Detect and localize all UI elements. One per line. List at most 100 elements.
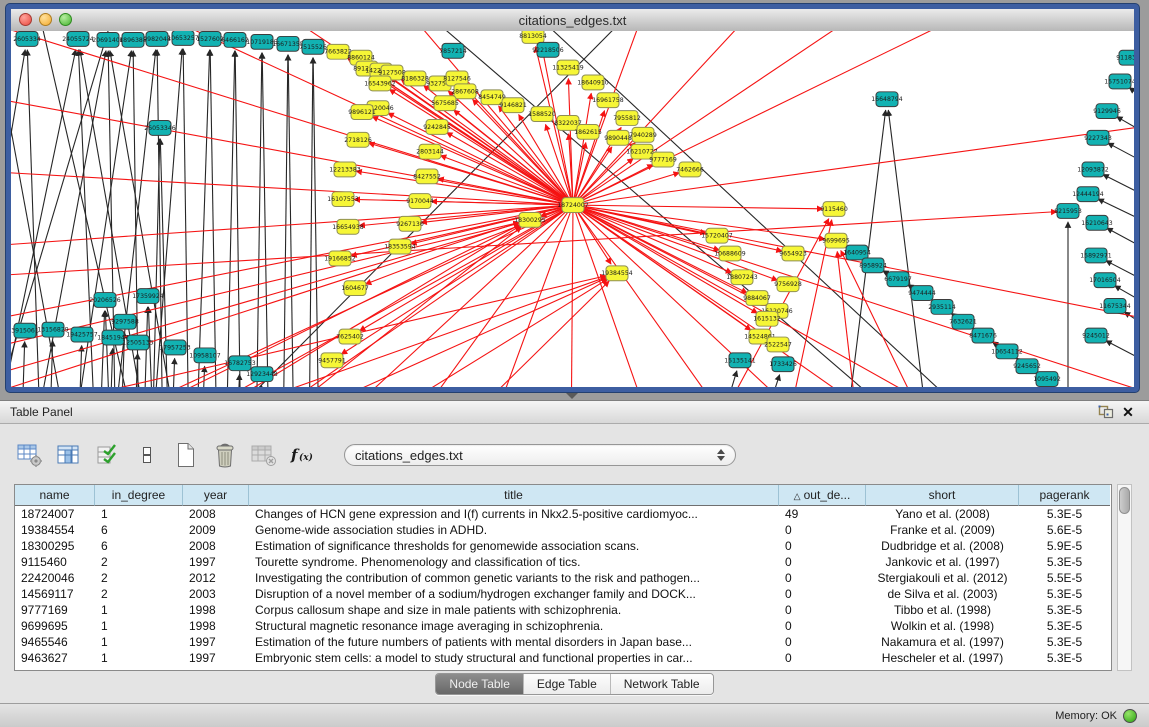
graph-node[interactable]: 9227343: [1084, 130, 1112, 145]
graph-node[interactable]: 7625402: [336, 329, 364, 344]
narrow-column-button[interactable]: [133, 441, 161, 469]
graph-node[interactable]: 9699695: [822, 233, 850, 248]
table-row[interactable]: 977716911998Corpus callosum shape and si…: [15, 602, 1111, 618]
graph-node[interactable]: 12093872: [1077, 162, 1109, 177]
minimize-window-button[interactable]: [39, 13, 52, 26]
graph-node[interactable]: 13156829: [37, 322, 69, 337]
graph-node[interactable]: 7632621: [949, 314, 977, 329]
graph-node[interactable]: 9474444: [908, 286, 936, 301]
graph-node[interactable]: 9118304: [1116, 50, 1134, 65]
table-row[interactable]: 946554611997Estimation of the future num…: [15, 634, 1111, 650]
graph-node[interactable]: 16210643: [1081, 215, 1113, 230]
graph-node[interactable]: 8215953: [1054, 204, 1082, 219]
graph-node[interactable]: 17359924: [132, 289, 164, 304]
graph-node[interactable]: 8186328: [401, 71, 429, 86]
network-window-titlebar[interactable]: citations_edges.txt: [11, 9, 1134, 32]
graph-node[interactable]: 16543962: [364, 76, 396, 91]
graph-node[interactable]: 3915061: [11, 323, 39, 338]
close-window-button[interactable]: [19, 13, 32, 26]
graph-node[interactable]: 9756928: [774, 277, 802, 292]
citation-network-graph[interactable]: 2605334240557242069140618963889982048106…: [11, 31, 1134, 387]
table-row[interactable]: 946362711997Embryonic stem cells: a mode…: [15, 650, 1111, 666]
graph-node[interactable]: 9297588: [111, 314, 139, 329]
table-row[interactable]: 1830029562008Estimation of significance …: [15, 538, 1111, 554]
graph-node[interactable]: 1527602: [196, 31, 224, 46]
table-vertical-scrollbar[interactable]: [1117, 484, 1132, 671]
graph-node[interactable]: 18640910: [577, 75, 609, 90]
graph-node[interactable]: 2935114: [928, 299, 956, 314]
graph-node[interactable]: 6679197: [884, 272, 912, 287]
memory-status-label[interactable]: Memory: OK: [1055, 710, 1117, 722]
graph-node[interactable]: 15751074: [1104, 74, 1134, 89]
graph-node[interactable]: 12213383: [329, 162, 361, 177]
graph-node[interactable]: 5675685: [431, 96, 459, 111]
table-row[interactable]: 1872400712008Changes of HCN gene express…: [15, 506, 1111, 522]
graph-node[interactable]: 16961758: [592, 93, 624, 108]
graph-node[interactable]: 7515526: [299, 39, 327, 54]
graph-node[interactable]: 9896121: [348, 105, 376, 120]
graph-node[interactable]: 8471676: [969, 328, 997, 343]
graph-node[interactable]: 9654923: [779, 246, 807, 261]
graph-node[interactable]: 1733426: [769, 357, 797, 372]
graph-node[interactable]: 19166852: [324, 251, 356, 266]
float-window-button[interactable]: [1095, 403, 1117, 421]
table-row[interactable]: 1456911722003Disruption of a novel membe…: [15, 586, 1111, 602]
graph-node[interactable]: 12444194: [1072, 187, 1104, 202]
graph-node[interactable]: 9884067: [743, 291, 771, 306]
column-header[interactable]: name: [15, 485, 95, 506]
memory-ok-indicator-icon[interactable]: [1123, 709, 1137, 723]
graph-node[interactable]: 8427552: [413, 169, 441, 184]
graph-node[interactable]: 9245652: [1013, 359, 1041, 374]
table-row[interactable]: 1938455462009Genome-wide association stu…: [15, 522, 1111, 538]
graph-node[interactable]: 12505135: [122, 335, 154, 350]
zoom-window-button[interactable]: [59, 13, 72, 26]
graph-node[interactable]: 6466162: [221, 32, 249, 47]
graph-node[interactable]: 11325419: [552, 60, 584, 75]
graph-node[interactable]: 7940289: [629, 127, 657, 142]
create-column-button[interactable]: [172, 441, 200, 469]
graph-node[interactable]: 9170044: [406, 194, 434, 209]
row-selection-button[interactable]: [94, 441, 122, 469]
splitter-handle[interactable]: [566, 393, 578, 399]
column-header[interactable]: in_degree: [95, 485, 183, 506]
graph-node[interactable]: 9115460: [820, 202, 848, 217]
column-header[interactable]: △out_de...: [779, 485, 866, 506]
graph-node[interactable]: 7462666: [676, 162, 704, 177]
table-row[interactable]: 969969511998Structural magnetic resonanc…: [15, 618, 1111, 634]
graph-node[interactable]: 16654938: [332, 219, 364, 234]
graph-node[interactable]: 7955812: [613, 111, 641, 126]
graph-node[interactable]: 17016504: [1089, 273, 1121, 288]
graph-node[interactable]: 10688609: [714, 246, 746, 261]
graph-node[interactable]: 9242845: [423, 120, 451, 135]
graph-node[interactable]: 1604677: [341, 281, 369, 296]
scrollbar-thumb[interactable]: [1119, 487, 1130, 514]
show-columns-button[interactable]: [55, 441, 83, 469]
graph-node[interactable]: 2605334: [13, 31, 41, 46]
graph-node[interactable]: 8813054: [519, 31, 547, 43]
tab-network-table[interactable]: Network Table: [611, 674, 713, 694]
table-row[interactable]: 2242004622012Investigating the contribut…: [15, 570, 1111, 586]
graph-node[interactable]: 18353594: [384, 239, 416, 254]
graph-node[interactable]: 9146821: [499, 98, 527, 113]
column-header[interactable]: pagerank: [1019, 485, 1110, 506]
graph-node[interactable]: 20206526: [89, 293, 121, 308]
graph-node[interactable]: 16648794: [871, 92, 903, 107]
graph-node[interactable]: 9457791: [318, 353, 346, 368]
delete-column-button[interactable]: [211, 441, 239, 469]
graph-node[interactable]: 9245012: [1082, 328, 1110, 343]
close-panel-button[interactable]: ✕: [1117, 403, 1139, 421]
graph-node[interactable]: 19384554: [601, 266, 633, 281]
graph-node[interactable]: 1588520: [528, 107, 556, 122]
network-canvas[interactable]: 2605334240557242069140618963889982048106…: [11, 31, 1134, 387]
graph-node[interactable]: 1095492: [1033, 372, 1061, 387]
graph-node[interactable]: 26053346: [144, 120, 176, 135]
graph-node[interactable]: 9267130: [396, 216, 424, 231]
graph-node[interactable]: 92218506: [532, 42, 564, 57]
graph-node[interactable]: 2522547: [764, 337, 792, 352]
graph-node[interactable]: 2803144: [416, 144, 444, 159]
graph-node[interactable]: 10958107: [189, 348, 221, 363]
graph-node[interactable]: 11675344: [1099, 298, 1131, 313]
graph-node[interactable]: 9890448: [604, 130, 632, 145]
graph-node[interactable]: 1615132: [753, 311, 781, 326]
graph-node[interactable]: 1862615: [574, 124, 602, 139]
